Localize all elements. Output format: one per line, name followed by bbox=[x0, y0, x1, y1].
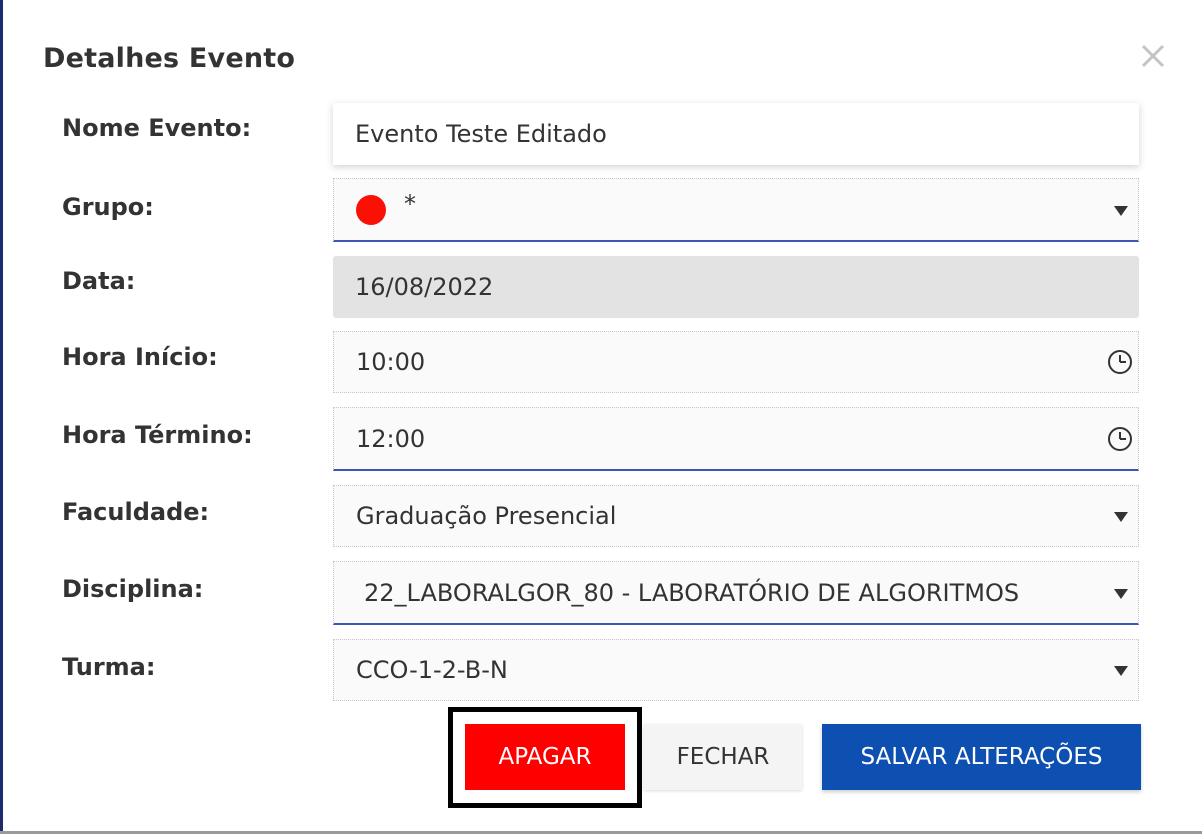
faculdade-label: Faculdade: bbox=[62, 498, 210, 526]
dialog-title: Detalhes Evento bbox=[43, 43, 296, 74]
disciplina-select[interactable]: 22_LABORALGOR_80 - LABORATÓRIO DE ALGORI… bbox=[333, 561, 1139, 625]
faculdade-select[interactable]: Graduação Presencial bbox=[333, 485, 1139, 547]
hora-termino-label: Hora Término: bbox=[62, 421, 253, 449]
nome-evento-field[interactable] bbox=[333, 103, 1139, 165]
turma-select[interactable]: CCO-1-2-B-N bbox=[333, 639, 1139, 701]
hora-inicio-field[interactable]: 10:00 bbox=[333, 331, 1139, 393]
grupo-value: * bbox=[404, 189, 416, 218]
group-color-dot bbox=[356, 194, 386, 225]
nome-evento-input[interactable] bbox=[355, 120, 1055, 148]
faculdade-value: Graduação Presencial bbox=[356, 502, 617, 530]
close-icon[interactable] bbox=[1135, 38, 1171, 74]
chevron-down-icon bbox=[1114, 588, 1128, 599]
data-field: 16/08/2022 bbox=[333, 256, 1139, 318]
hora-inicio-label: Hora Início: bbox=[62, 343, 218, 371]
hora-termino-field[interactable]: 12:00 bbox=[333, 407, 1139, 471]
save-changes-button[interactable]: SALVAR ALTERAÇÕES bbox=[822, 724, 1141, 790]
nome-evento-label: Nome Evento: bbox=[62, 114, 252, 142]
event-details-dialog: Detalhes Evento Nome Evento: Grupo: * Da… bbox=[3, 0, 1202, 831]
close-button[interactable]: FECHAR bbox=[644, 724, 802, 790]
hora-inicio-value: 10:00 bbox=[356, 348, 426, 376]
chevron-down-icon bbox=[1114, 512, 1128, 522]
hora-termino-value: 12:00 bbox=[356, 424, 426, 453]
clock-icon[interactable] bbox=[1106, 425, 1134, 453]
turma-value: CCO-1-2-B-N bbox=[356, 656, 508, 684]
chevron-down-icon bbox=[1114, 205, 1128, 216]
disciplina-label: Disciplina: bbox=[62, 575, 204, 603]
data-value: 16/08/2022 bbox=[355, 273, 494, 301]
clock-icon[interactable] bbox=[1106, 348, 1134, 376]
grupo-select[interactable]: * bbox=[333, 178, 1139, 242]
grupo-label: Grupo: bbox=[62, 193, 154, 221]
disciplina-value: 22_LABORALGOR_80 - LABORATÓRIO DE ALGORI… bbox=[364, 578, 1020, 607]
chevron-down-icon bbox=[1114, 666, 1128, 676]
turma-label: Turma: bbox=[62, 653, 156, 681]
delete-button[interactable]: APAGAR bbox=[465, 724, 625, 790]
data-label: Data: bbox=[62, 267, 136, 295]
